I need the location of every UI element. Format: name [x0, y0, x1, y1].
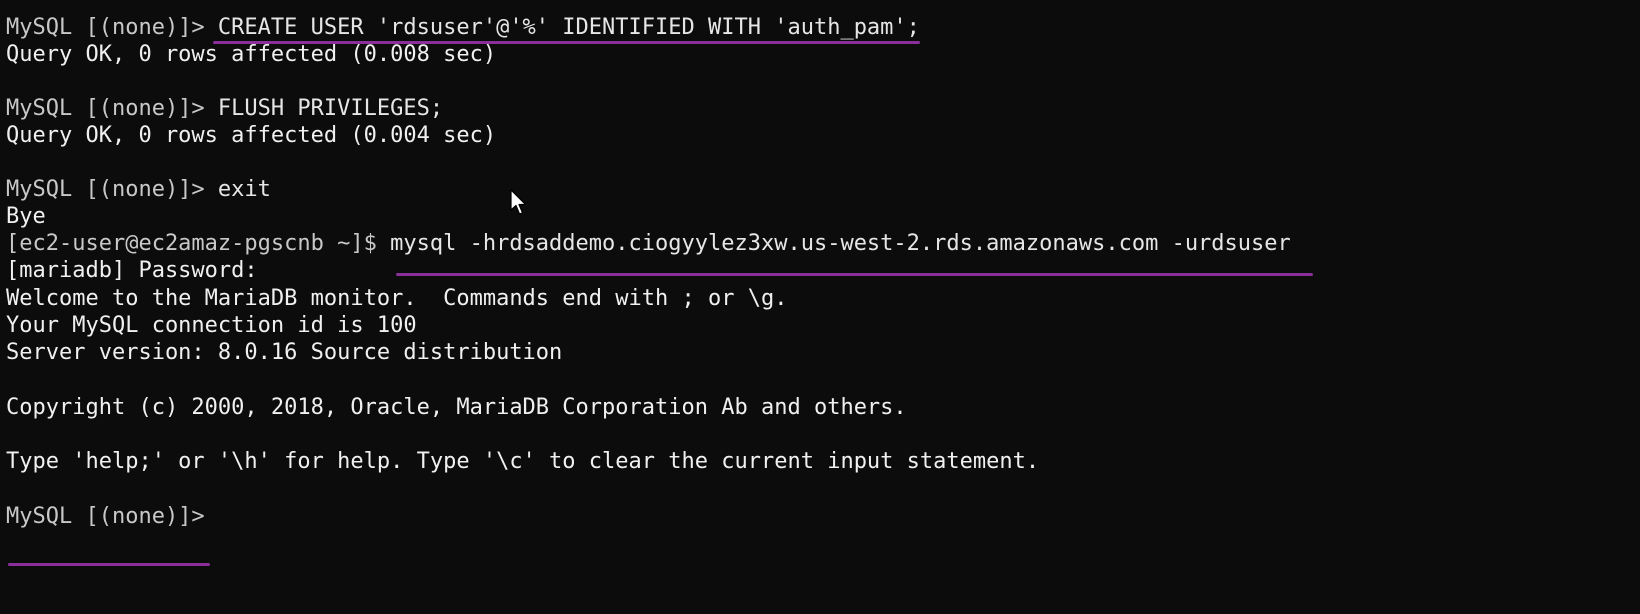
output-bye: Bye [6, 204, 46, 229]
terminal-line-query-ok-2: Query OK, 0 rows affected (0.004 sec) [6, 123, 496, 149]
terminal-line-help: Type 'help;' or '\h' for help. Type '\c'… [6, 449, 1039, 475]
mysql-prompt: MySQL [(none)]> [6, 177, 218, 202]
terminal-line-flush: MySQL [(none)]> FLUSH PRIVILEGES; [6, 96, 443, 122]
command-flush-privileges: FLUSH PRIVILEGES; [217, 96, 444, 121]
terminal-line-connection-id: Your MySQL connection id is 100 [6, 313, 417, 339]
terminal-line-welcome: Welcome to the MariaDB monitor. Commands… [6, 286, 787, 312]
arrow-cursor-icon [510, 189, 527, 215]
terminal-line-query-ok-1: Query OK, 0 rows affected (0.008 sec) [6, 42, 496, 68]
terminal-line-copyright: Copyright (c) 2000, 2018, Oracle, MariaD… [6, 395, 907, 421]
terminal-line-password: [mariadb] Password: [6, 258, 258, 284]
annotation-underline-mysql-connect [396, 273, 1313, 276]
output-server-version: Server version: 8.0.16 Source distributi… [6, 340, 563, 365]
terminal-line-server-version: Server version: 8.0.16 Source distributi… [6, 340, 562, 366]
command-create-user: CREATE USER 'rdsuser'@'%' IDENTIFIED WIT… [217, 15, 920, 40]
terminal-line-exit: MySQL [(none)]> exit [6, 177, 271, 203]
shell-prompt: [ec2-user@ec2amaz-pgscnb ~]$ [6, 231, 391, 256]
output-copyright: Copyright (c) 2000, 2018, Oracle, MariaD… [6, 395, 907, 420]
terminal-window[interactable]: MySQL [(none)]> CREATE USER 'rdsuser'@'%… [0, 0, 1640, 614]
mysql-prompt: MySQL [(none)]> [6, 15, 218, 40]
annotation-underline-create-user [213, 41, 920, 44]
output-password-prompt: [mariadb] Password: [6, 258, 258, 283]
output-help: Type 'help;' or '\h' for help. Type '\c'… [6, 449, 1040, 474]
annotation-underline-prompt [8, 563, 210, 566]
command-exit: exit [217, 177, 271, 202]
output-query-ok-1: Query OK, 0 rows affected (0.008 sec) [6, 42, 497, 67]
mysql-prompt: MySQL [(none)]> [6, 96, 218, 121]
output-connection-id: Your MySQL connection id is 100 [6, 313, 417, 338]
terminal-line-mysql-connect: [ec2-user@ec2amaz-pgscnb ~]$ mysql -hrds… [6, 231, 1291, 257]
mysql-prompt: MySQL [(none)]> [6, 504, 218, 529]
output-welcome: Welcome to the MariaDB monitor. Commands… [6, 286, 788, 311]
command-mysql-connect: mysql -hrdsaddemo.ciogyylez3xw.us-west-2… [390, 231, 1291, 256]
terminal-line-current-prompt[interactable]: MySQL [(none)]> [6, 504, 218, 530]
terminal-line-bye: Bye [6, 204, 46, 230]
terminal-line-create-user: MySQL [(none)]> CREATE USER 'rdsuser'@'%… [6, 15, 920, 41]
output-query-ok-2: Query OK, 0 rows affected (0.004 sec) [6, 123, 497, 148]
